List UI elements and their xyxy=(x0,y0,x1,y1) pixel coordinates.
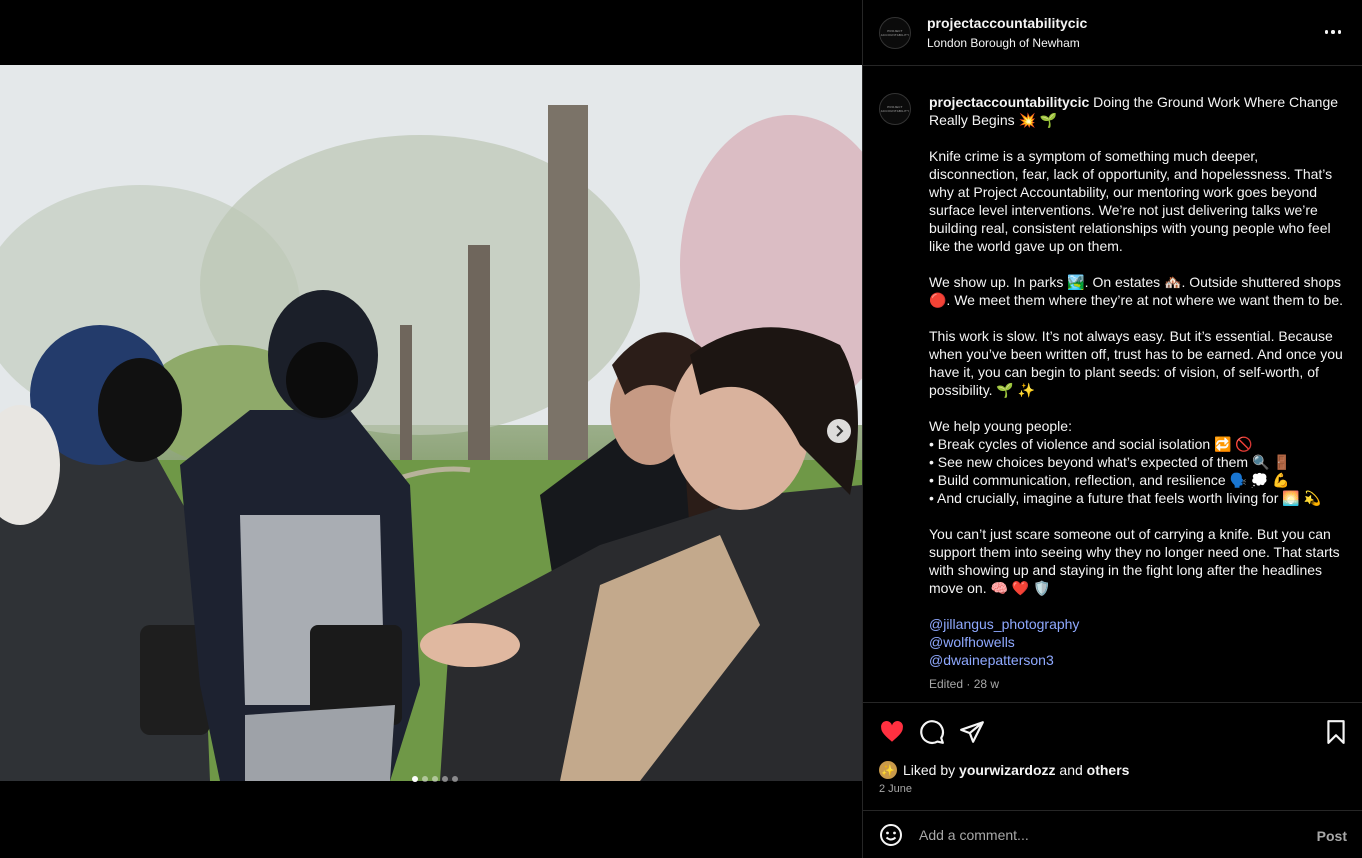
more-icon xyxy=(1324,30,1329,34)
mention-link[interactable]: @wolfhowells xyxy=(929,633,1347,651)
carousel-indicator xyxy=(412,776,458,782)
chevron-right-icon xyxy=(836,425,844,437)
avatar-logo-text: PROJECT ACCOUNTABILITY xyxy=(880,28,910,37)
bookmark-icon xyxy=(1327,720,1345,744)
paper-plane-icon xyxy=(960,721,984,743)
liked-by-user[interactable]: yourwizardozz xyxy=(959,762,1055,778)
emoji-button[interactable] xyxy=(879,823,903,847)
comment-icon xyxy=(920,720,944,745)
like-button[interactable] xyxy=(879,719,905,745)
caption-paragraph: You can’t just scare someone out of carr… xyxy=(929,526,1340,596)
post-photo xyxy=(0,65,862,781)
post-comment-button[interactable]: Post xyxy=(1317,828,1347,844)
header-location[interactable]: London Borough of Newham xyxy=(927,36,1087,50)
carousel-dot xyxy=(422,776,428,782)
comment-button[interactable] xyxy=(919,719,945,745)
caption-paragraph: We show up. In parks 🏞️. On estates 🏘️. … xyxy=(929,274,1344,308)
post-photo-illustration xyxy=(0,65,862,781)
heart-icon xyxy=(881,721,903,742)
share-button[interactable] xyxy=(959,719,985,745)
avatar[interactable]: PROJECT ACCOUNTABILITY xyxy=(879,16,911,49)
more-icon xyxy=(1331,30,1335,34)
edited-timestamp: Edited · 28 w xyxy=(929,677,1000,691)
caption-username[interactable]: projectaccountabilitycic xyxy=(929,94,1089,110)
caption-avatar[interactable]: PROJECT ACCOUNTABILITY xyxy=(879,93,911,125)
more-options-button[interactable] xyxy=(1323,22,1343,42)
caption-area: PROJECT ACCOUNTABILITY projectaccountabi… xyxy=(863,66,1362,702)
mention-link[interactable]: @jillangus_photography xyxy=(929,615,1347,633)
caption-avatar-logo-text: PROJECT ACCOUNTABILITY xyxy=(880,105,910,113)
carousel-dot xyxy=(442,776,448,782)
caption-paragraph: We help young people: • Break cycles of … xyxy=(929,418,1322,506)
smiley-icon xyxy=(880,823,902,846)
header-username[interactable]: projectaccountabilitycic xyxy=(927,15,1087,31)
more-icon xyxy=(1337,30,1342,34)
caption-title-line: projectaccountabilitycic Doing the Groun… xyxy=(929,93,1347,129)
liker-avatar[interactable]: ✨ xyxy=(879,761,897,779)
likes-summary: ✨ Liked by yourwizardozz and others xyxy=(879,761,1129,779)
post-header: PROJECT ACCOUNTABILITY projectaccountabi… xyxy=(863,0,1362,66)
caption-paragraph: Knife crime is a symptom of something mu… xyxy=(929,148,1333,254)
media-viewer xyxy=(0,0,862,858)
next-slide-button[interactable] xyxy=(827,419,851,443)
mention-link[interactable]: @dwainepatterson3 xyxy=(929,651,1347,669)
post-side-panel: PROJECT ACCOUNTABILITY projectaccountabi… xyxy=(862,0,1362,858)
carousel-dot xyxy=(452,776,458,782)
liked-by-prefix: Liked by xyxy=(903,762,956,778)
carousel-dot xyxy=(412,776,418,782)
caption-paragraph: This work is slow. It’s not always easy.… xyxy=(929,328,1343,398)
liked-by-and: and xyxy=(1059,762,1083,778)
comment-input[interactable] xyxy=(919,826,1289,843)
action-bar: ✨ Liked by yourwizardozz and others 2 Ju… xyxy=(863,702,1362,810)
post-date[interactable]: 2 June xyxy=(879,783,912,795)
save-button[interactable] xyxy=(1323,719,1349,745)
mentions-list: @jillangus_photography @wolfhowells @dwa… xyxy=(929,615,1347,669)
carousel-dot xyxy=(432,776,438,782)
comment-bar: Post xyxy=(863,810,1362,858)
caption-body: projectaccountabilitycic Doing the Groun… xyxy=(929,93,1347,693)
liked-by-others[interactable]: others xyxy=(1087,762,1130,778)
